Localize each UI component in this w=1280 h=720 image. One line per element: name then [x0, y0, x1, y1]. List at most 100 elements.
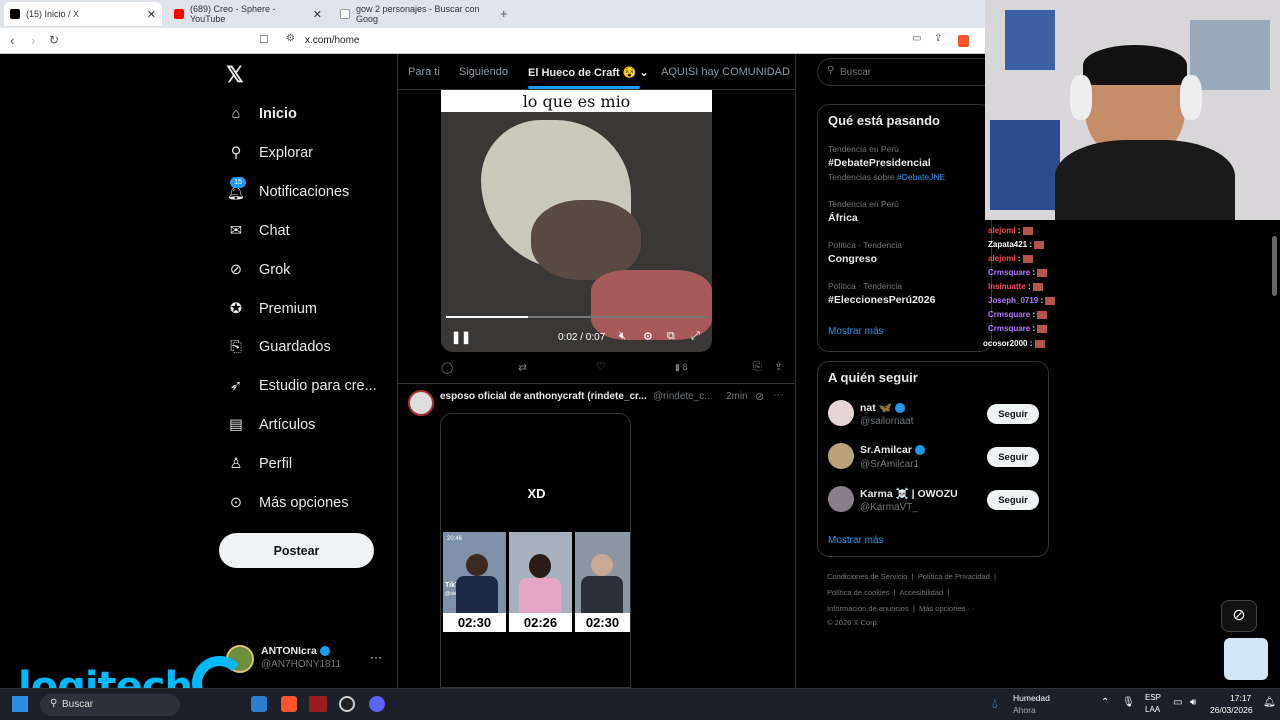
footer-link[interactable]: Más opciones ···: [919, 604, 975, 613]
sidebar-item-estudio-para-cre[interactable]: ➶ Estudio para cre...: [227, 371, 377, 401]
sidebar-item-explorar[interactable]: ⚲ Explorar: [227, 138, 313, 168]
video-time: 0:02 / 0:07: [558, 332, 606, 343]
post-author-handle[interactable]: @rindete_c...: [653, 391, 713, 402]
language-indicator[interactable]: ESP: [1145, 693, 1161, 702]
brave-shield-icon[interactable]: [958, 35, 969, 47]
webcam-shelf-item: [1190, 20, 1270, 90]
video-figure: [531, 200, 641, 280]
author-avatar[interactable]: [408, 390, 434, 416]
chat-username: Crmsquare: [988, 310, 1031, 319]
footer-link[interactable]: Accesibilidad: [899, 588, 943, 597]
grok-float-icon[interactable]: ⊘: [1221, 600, 1257, 632]
sidebar-item-grok[interactable]: ⊘ Grok: [227, 255, 291, 285]
tab-comunidad[interactable]: AQUISI hay COMUNIDAD: [661, 66, 790, 78]
tab-google[interactable]: gow 2 personajes - Buscar con Goog: [334, 2, 494, 26]
site-info-icon[interactable]: ⚙: [286, 33, 295, 44]
trends-show-more[interactable]: Mostrar más: [828, 326, 884, 337]
tray-chevron-icon[interactable]: ⌃: [1101, 697, 1109, 708]
trend-name[interactable]: #EleccionesPerú2026: [828, 294, 935, 306]
follow-avatar[interactable]: [828, 443, 854, 469]
follow-name[interactable]: Karma ☠️ | OWOZU: [860, 487, 958, 500]
follow-avatar[interactable]: [828, 486, 854, 512]
sidebar-item-artículos[interactable]: ▤ Artículos: [227, 410, 315, 440]
sidebar-item-label: Notificaciones: [259, 184, 350, 200]
follow-name[interactable]: Sr.Amilcar: [860, 444, 925, 456]
sidebar-item-guardados[interactable]: ⎘ Guardados: [227, 332, 331, 362]
follow-button[interactable]: Seguir: [987, 490, 1039, 510]
chat-emote-icon: [1032, 282, 1043, 291]
close-tab-icon[interactable]: ✕: [147, 8, 156, 21]
taskbar-search[interactable]: ⚲ Buscar: [40, 694, 180, 716]
fullscreen-icon[interactable]: ⤢: [691, 330, 700, 343]
post-author-name[interactable]: esposo oficial de anthonycraft (rindete_…: [440, 391, 647, 402]
post-more-icon[interactable]: ···: [773, 389, 784, 401]
sidebar-item-inicio[interactable]: ⌂ Inicio: [227, 99, 297, 129]
scrollbar[interactable]: [1272, 236, 1277, 296]
reply-icon[interactable]: ◯: [441, 361, 453, 374]
follow-show-more[interactable]: Mostrar más: [828, 535, 884, 546]
footer-link[interactable]: Información de anuncios: [827, 604, 909, 613]
reload-icon[interactable]: ↻: [49, 33, 59, 47]
back-icon[interactable]: ‹: [10, 33, 14, 48]
search-input[interactable]: ⚲ Buscar: [817, 58, 997, 86]
footer-link[interactable]: Política de cookies: [827, 588, 890, 597]
sidebar-item-perfil[interactable]: ♙ Perfil: [227, 449, 293, 479]
brave-taskbar-icon[interactable]: [281, 696, 297, 712]
settings-icon[interactable]: ⚙: [643, 330, 653, 343]
bookmark-icon[interactable]: ⎘: [753, 361, 762, 374]
grok-post-icon[interactable]: ⊘: [755, 390, 764, 403]
account-more-icon[interactable]: ···: [370, 650, 382, 664]
mute-icon[interactable]: 🔇︎: [619, 330, 626, 343]
sidebar-item-chat[interactable]: ✉ Chat: [227, 216, 290, 246]
trend-name[interactable]: Congreso: [828, 253, 877, 265]
sidebar-item-más-opciones[interactable]: ⊙ Más opciones: [227, 488, 349, 518]
close-tab-icon[interactable]: ✕: [313, 8, 322, 21]
discord-taskbar-icon[interactable]: [369, 696, 385, 712]
windows-start-icon[interactable]: [12, 696, 28, 712]
post-button[interactable]: Postear: [219, 533, 374, 568]
tab-hueco-de-craft[interactable]: El Hueco de Craft 😵 ⌄: [528, 66, 649, 79]
trend-name[interactable]: África: [828, 212, 858, 224]
chat-username: Joseph_0719: [988, 296, 1039, 305]
obs-taskbar-icon[interactable]: [339, 696, 355, 712]
share-icon[interactable]: ⇪: [774, 360, 783, 373]
tab-x-home[interactable]: (15) Inicio / X ✕: [4, 2, 162, 26]
clock-time[interactable]: 17:17: [1230, 693, 1251, 703]
network-icon[interactable]: ▭: [1173, 697, 1182, 708]
views-stat[interactable]: ▮ 8: [675, 362, 687, 373]
pip-icon[interactable]: ⧉: [667, 330, 675, 343]
footer-link[interactable]: Condiciones de Servicio: [827, 572, 907, 581]
pause-icon[interactable]: ❚❚: [451, 330, 471, 344]
volume-icon[interactable]: 🔊︎: [1190, 697, 1196, 708]
cast-icon[interactable]: ▭: [912, 33, 921, 44]
mic-icon[interactable]: 🎙︎: [1122, 697, 1135, 708]
repost-icon[interactable]: ⇄: [518, 361, 527, 374]
notification-center-icon[interactable]: 🔔︎: [1263, 697, 1276, 708]
post-media[interactable]: XD 20:46 TikTok @alex.stark... 02:30 02:…: [440, 413, 631, 688]
follow-button[interactable]: Seguir: [987, 404, 1039, 424]
weather-title[interactable]: Humedad: [1013, 693, 1050, 703]
taskbar-app-icon[interactable]: [309, 696, 327, 712]
chat-username: ocosor2000: [983, 339, 1028, 348]
taskbar-app-icon[interactable]: [251, 696, 267, 712]
like-icon[interactable]: ♡: [596, 360, 606, 373]
footer-link[interactable]: Política de Privacidad: [918, 572, 990, 581]
follow-button[interactable]: Seguir: [987, 447, 1039, 467]
more-icon: ⊙: [229, 495, 243, 511]
trend-name[interactable]: #DebatePresidencial: [828, 157, 931, 169]
sidebar-item-premium[interactable]: ✪ Premium: [227, 294, 317, 324]
forward-icon[interactable]: ›: [31, 33, 35, 48]
url-text[interactable]: x.com/home: [305, 35, 359, 46]
tab-siguiendo[interactable]: Siguiendo: [459, 66, 508, 78]
tab-youtube[interactable]: (689) Creo - Sphere - YouTube ✕: [168, 2, 328, 26]
x-logo-icon[interactable]: 𝕏: [226, 62, 244, 88]
follow-name[interactable]: nat 🦋: [860, 401, 905, 414]
weather-icon: 💧︎: [992, 695, 998, 711]
tab-para-ti[interactable]: Para ti: [408, 66, 440, 78]
share-icon[interactable]: ⇪: [934, 33, 942, 44]
new-tab-button[interactable]: +: [500, 6, 508, 21]
trend-context: Política · Tendencia: [828, 240, 903, 250]
follow-avatar[interactable]: [828, 400, 854, 426]
video-player[interactable]: lo que es mio ❚❚ 0:02 / 0:07 🔇︎ ⚙ ⧉ ⤢: [441, 90, 712, 352]
bookmark-page-icon[interactable]: ☐: [259, 33, 269, 46]
